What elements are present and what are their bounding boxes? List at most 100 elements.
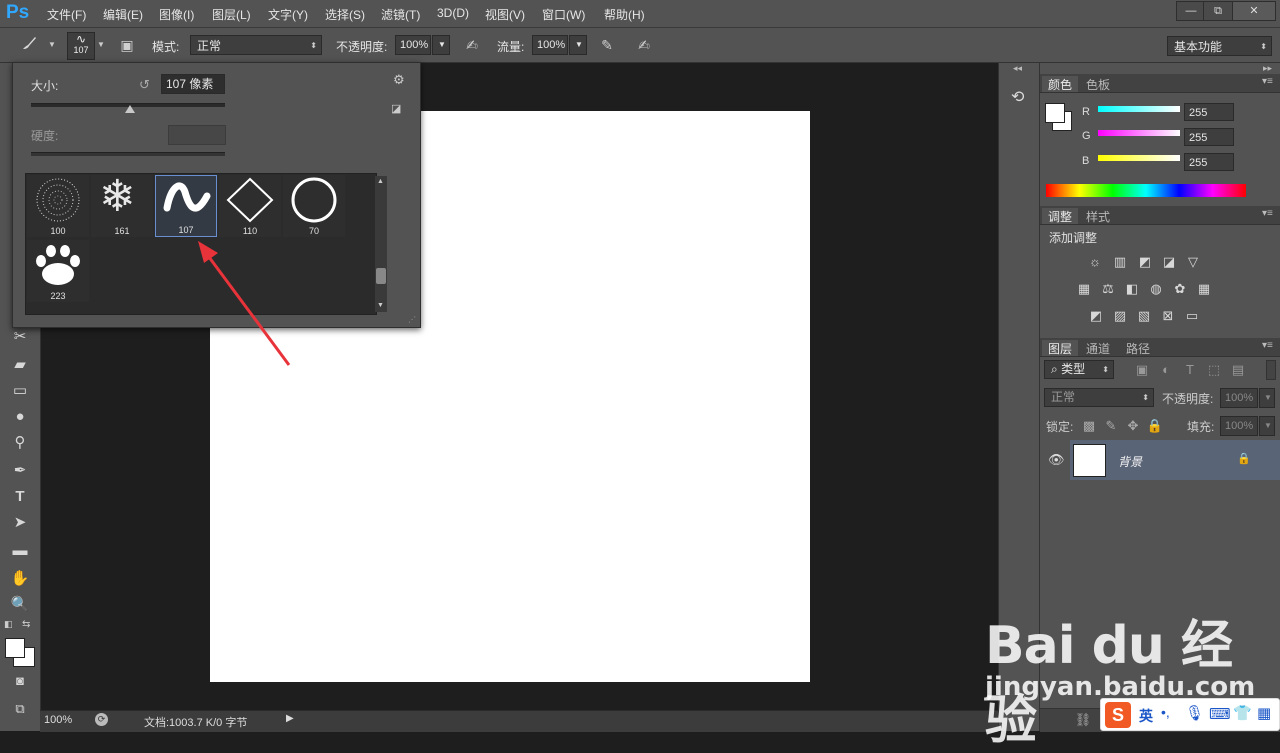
gradient-map-icon[interactable]: ▭	[1183, 308, 1201, 324]
exposure-icon[interactable]: ◪	[1160, 254, 1178, 270]
airbrush-icon[interactable]: ✎	[596, 34, 618, 56]
color-lookup-icon[interactable]: ▦	[1195, 281, 1213, 297]
brush-tool-icon[interactable]	[18, 34, 40, 56]
type-tool-icon[interactable]: T	[6, 485, 34, 509]
menu-window[interactable]: 窗口(W)	[542, 6, 585, 23]
pressure-opacity-icon[interactable]: ✍	[461, 34, 483, 56]
brush-preset-100[interactable]: 100	[27, 175, 89, 237]
flow-dropdown-arrow-icon[interactable]: ▼	[569, 35, 587, 55]
eye-icon[interactable]: 👁	[1048, 452, 1065, 468]
menu-view[interactable]: 视图(V)	[485, 6, 525, 23]
blue-slider[interactable]	[1098, 155, 1180, 161]
history-panel-icon[interactable]: ⟲	[1011, 87, 1024, 107]
eraser-tool-icon[interactable]: ▰	[6, 353, 34, 377]
pen-tool-icon[interactable]: ✒	[6, 459, 34, 483]
threshold-icon[interactable]: ▧	[1135, 308, 1153, 324]
layer-filter-dropdown[interactable]: ⌕ 类型 ⬍	[1044, 360, 1114, 379]
hue-saturation-icon[interactable]: ▦	[1075, 281, 1093, 297]
opacity-dropdown-arrow-icon[interactable]: ▼	[432, 35, 450, 55]
ime-language[interactable]: 英	[1139, 706, 1153, 726]
brush-preset-110[interactable]: 110	[219, 175, 281, 237]
lock-all-icon[interactable]: 🔒	[1146, 418, 1164, 434]
filter-smart-object-icon[interactable]: ▤	[1229, 362, 1247, 378]
menu-file[interactable]: 文件(F)	[47, 6, 86, 23]
fill-arrow-icon[interactable]: ▼	[1259, 416, 1275, 436]
brush-grid-scrollbar[interactable]: ▲ ▼	[375, 176, 387, 312]
pressure-size-icon[interactable]: ✍	[633, 34, 655, 56]
layer-name[interactable]: 背景	[1118, 453, 1142, 470]
status-info-icon[interactable]: ⟳	[95, 713, 108, 726]
tool-preset-arrow-icon[interactable]: ▼	[48, 40, 56, 49]
punctuation-icon[interactable]: •,	[1161, 704, 1170, 720]
quick-mask-icon[interactable]: ◙	[6, 669, 34, 693]
toolbox-icon[interactable]: ▦	[1257, 704, 1271, 722]
tab-channels[interactable]: 通道	[1080, 340, 1116, 357]
screen-mode-icon[interactable]: ⧉	[6, 697, 34, 721]
menu-edit[interactable]: 编辑(E)	[103, 6, 143, 23]
blend-mode-dropdown[interactable]: 正常 ⬍	[1044, 388, 1154, 407]
foreground-color-swatch[interactable]	[1045, 103, 1065, 123]
workspace-dropdown[interactable]: 基本功能 ⬍	[1167, 36, 1272, 56]
minimize-button[interactable]: —	[1176, 1, 1206, 21]
foreground-color-swatch[interactable]	[5, 638, 25, 658]
status-menu-arrow-icon[interactable]: ▶	[286, 713, 294, 724]
zoom-level[interactable]: 100%	[44, 714, 72, 726]
brush-preset-223[interactable]: 223	[27, 240, 89, 302]
opacity-input[interactable]: 100%	[395, 35, 431, 55]
filter-type-icon[interactable]: T	[1181, 362, 1199, 378]
close-button[interactable]: ✕	[1232, 1, 1276, 21]
new-preset-icon[interactable]: ◪	[391, 102, 401, 115]
tab-paths[interactable]: 路径	[1120, 340, 1156, 357]
invert-icon[interactable]: ◩	[1087, 308, 1105, 324]
tab-layers[interactable]: 图层	[1042, 340, 1079, 356]
mode-dropdown[interactable]: 正常 ⬍	[190, 35, 322, 55]
menu-type[interactable]: 文字(Y)	[268, 6, 308, 23]
panel-menu-icon[interactable]: ▾≡	[1262, 340, 1273, 351]
brush-preset-161[interactable]: ❄ 161	[91, 173, 153, 237]
curves-icon[interactable]: ◩	[1136, 254, 1154, 270]
menu-layer[interactable]: 图层(L)	[212, 6, 251, 23]
channel-mixer-icon[interactable]: ✿	[1171, 281, 1189, 297]
reset-size-icon[interactable]: ↺	[139, 77, 150, 93]
selective-color-icon[interactable]: ⊠	[1159, 308, 1177, 324]
posterize-icon[interactable]: ▨	[1111, 308, 1129, 324]
brightness-icon[interactable]: ☼	[1086, 254, 1104, 270]
green-input[interactable]: 255	[1184, 128, 1234, 146]
red-slider[interactable]	[1098, 106, 1180, 112]
green-slider[interactable]	[1098, 130, 1180, 136]
sogou-logo-icon[interactable]: S	[1105, 702, 1131, 728]
layer-opacity-arrow-icon[interactable]: ▼	[1259, 388, 1275, 408]
brush-preset-70[interactable]: 70	[283, 175, 345, 237]
filter-shape-icon[interactable]: ⬚	[1205, 362, 1223, 378]
panel-menu-icon[interactable]: ▾≡	[1262, 208, 1273, 219]
filter-toggle[interactable]	[1266, 360, 1276, 380]
lock-transparent-icon[interactable]: ▩	[1080, 418, 1098, 434]
blue-input[interactable]: 255	[1184, 153, 1234, 171]
red-input[interactable]: 255	[1184, 103, 1234, 121]
menu-filter[interactable]: 滤镜(T)	[381, 6, 420, 23]
menu-image[interactable]: 图像(I)	[159, 6, 194, 23]
tab-adjustments[interactable]: 调整	[1042, 208, 1079, 224]
layer-opacity-input[interactable]: 100%	[1220, 388, 1258, 408]
collapse-arrows-icon[interactable]: ◂◂	[1013, 63, 1022, 74]
levels-icon[interactable]: ▥	[1111, 254, 1129, 270]
swap-colors-icon[interactable]: ⇆	[22, 619, 30, 630]
lock-image-icon[interactable]: ✎	[1102, 418, 1120, 434]
scroll-down-arrow-icon[interactable]: ▼	[377, 302, 384, 309]
restore-button[interactable]: ⧉	[1203, 1, 1233, 21]
menu-3d[interactable]: 3D(D)	[437, 6, 469, 20]
filter-pixel-icon[interactable]: ▣	[1133, 362, 1151, 378]
blur-tool-icon[interactable]: ●	[6, 405, 34, 429]
brush-preset-picker[interactable]: ∿ 107	[67, 32, 95, 60]
scroll-up-arrow-icon[interactable]: ▲	[377, 178, 384, 185]
tab-color[interactable]: 颜色	[1042, 76, 1079, 92]
hand-tool-icon[interactable]: ✋	[6, 567, 34, 591]
gradient-tool-icon[interactable]: ▭	[6, 379, 34, 403]
layer-row-background[interactable]: 👁 背景 🔒	[1040, 440, 1280, 480]
hardness-slider[interactable]	[31, 152, 225, 156]
size-slider-thumb[interactable]	[125, 105, 135, 113]
gear-icon[interactable]: ⚙	[393, 72, 405, 88]
brush-preset-107[interactable]: 107	[155, 175, 217, 237]
tab-swatches[interactable]: 色板	[1080, 76, 1116, 93]
filter-adjustment-icon[interactable]: ◐	[1157, 362, 1175, 378]
